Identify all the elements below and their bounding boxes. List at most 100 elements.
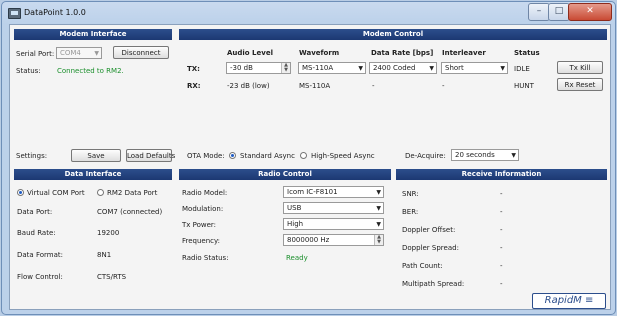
multipath-spread-label: Multipath Spread: xyxy=(402,280,465,288)
modulation-select[interactable]: USB ▼ xyxy=(283,202,384,214)
chevron-down-icon: ▼ xyxy=(376,189,381,196)
radio-model-label: Radio Model: xyxy=(182,189,228,197)
doppler-spread-label: Doppler Spread: xyxy=(402,244,459,252)
radio-model-value: Icom IC-F8101 xyxy=(287,188,338,196)
rx-row-label: RX: xyxy=(187,82,201,90)
status-label: Status: xyxy=(16,67,41,75)
tx-status-value: IDLE xyxy=(514,65,530,73)
modem-control-panel: Modem Control Audio Level Waveform Data … xyxy=(179,29,607,164)
modulation-value: USB xyxy=(287,204,302,212)
rx-interleaver-value: - xyxy=(442,82,445,90)
tx-kill-button[interactable]: Tx Kill xyxy=(557,61,603,74)
data-interface-panel: Data Interface Virtual COM Port RM2 Data… xyxy=(14,169,172,305)
spinner-icon[interactable]: ▲ ▼ xyxy=(374,235,383,245)
snr-label: SNR: xyxy=(402,190,419,198)
radio-control-header: Radio Control xyxy=(179,169,391,180)
flow-control-value: CTS/RTS xyxy=(97,273,127,281)
rm2-data-port-radio[interactable] xyxy=(97,189,104,196)
status-value: Connected to RM2. xyxy=(57,67,124,75)
tx-data-rate-select[interactable]: 2400 Coded ▼ xyxy=(369,62,437,74)
deacquire-label: De-Acquire: xyxy=(405,152,446,160)
modem-interface-header: Modem Interface xyxy=(14,29,172,40)
tx-row-label: TX: xyxy=(187,65,200,73)
baud-rate-label: Baud Rate: xyxy=(17,229,56,237)
settings-label: Settings: xyxy=(16,152,48,160)
frequency-label: Frequency: xyxy=(182,237,221,245)
interleaver-column-header: Interleaver xyxy=(442,49,486,57)
frequency-input[interactable]: 8000000 Hz ▲ ▼ xyxy=(283,234,384,246)
waveform-column-header: Waveform xyxy=(299,49,340,57)
minimize-icon: – xyxy=(536,6,542,16)
tx-power-value: High xyxy=(287,220,304,228)
tx-waveform-value: MS-110A xyxy=(302,64,334,72)
radio-model-select[interactable]: Icom IC-F8101 ▼ xyxy=(283,186,384,198)
snr-value: - xyxy=(500,190,503,198)
virtual-com-port-radio[interactable] xyxy=(17,189,24,196)
chevron-down-icon: ▼ xyxy=(94,50,99,57)
radio-control-panel: Radio Control Radio Model: Icom IC-F8101… xyxy=(179,169,391,305)
main-client-area: Modem Interface Serial Port: COM4 ▼ Disc… xyxy=(9,24,611,310)
modulation-label: Modulation: xyxy=(182,205,224,213)
ota-high-speed-label: High-Speed Async xyxy=(311,152,375,160)
data-interface-header: Data Interface xyxy=(14,169,172,180)
disconnect-button[interactable]: Disconnect xyxy=(113,46,169,59)
tx-interleaver-select[interactable]: Short ▼ xyxy=(441,62,508,74)
tx-audio-level-value: -30 dB xyxy=(230,64,253,72)
chevron-down-icon: ▼ xyxy=(376,221,381,228)
tx-power-select[interactable]: High ▼ xyxy=(283,218,384,230)
multipath-spread-value: - xyxy=(500,280,503,288)
tx-power-label: Tx Power: xyxy=(182,221,217,229)
data-format-value: 8N1 xyxy=(97,251,112,259)
ber-label: BER: xyxy=(402,208,419,216)
spinner-icon[interactable]: ▲ ▼ xyxy=(281,63,290,73)
rx-status-value: HUNT xyxy=(514,82,534,90)
chevron-down-icon: ▼ xyxy=(511,152,516,159)
app-icon xyxy=(8,8,21,19)
doppler-offset-value: - xyxy=(500,226,503,234)
window-title: DataPoint 1.0.0 xyxy=(24,8,86,17)
chevron-down-icon: ▼ xyxy=(429,65,434,72)
virtual-com-port-label: Virtual COM Port xyxy=(27,189,85,197)
data-port-label: Data Port: xyxy=(17,208,53,216)
serial-port-select[interactable]: COM4 ▼ xyxy=(56,47,102,59)
title-bar: DataPoint 1.0.0 – □ ✕ xyxy=(2,2,615,24)
deacquire-select[interactable]: 20 seconds ▼ xyxy=(451,149,519,161)
modem-interface-panel: Modem Interface Serial Port: COM4 ▼ Disc… xyxy=(14,29,175,164)
baud-rate-value: 19200 xyxy=(97,229,120,237)
save-button[interactable]: Save xyxy=(71,149,121,162)
flow-control-label: Flow Control: xyxy=(17,273,63,281)
minimize-button[interactable]: – xyxy=(528,3,550,21)
rx-data-rate-value: - xyxy=(372,82,375,90)
doppler-offset-label: Doppler Offset: xyxy=(402,226,456,234)
rm2-data-port-label: RM2 Data Port xyxy=(107,189,158,197)
receive-information-header: Receive Information xyxy=(396,169,607,180)
path-count-label: Path Count: xyxy=(402,262,443,270)
rx-waveform-value: MS-110A xyxy=(299,82,331,90)
chevron-down-icon: ▼ xyxy=(358,65,363,72)
rx-reset-button[interactable]: Rx Reset xyxy=(557,78,603,91)
close-button[interactable]: ✕ xyxy=(568,3,612,21)
data-rate-column-header: Data Rate [bps] xyxy=(371,49,434,57)
tx-audio-level-input[interactable]: -30 dB ▲ ▼ xyxy=(226,62,291,74)
data-format-label: Data Format: xyxy=(17,251,63,259)
ota-standard-radio[interactable] xyxy=(229,152,236,159)
status-column-header: Status xyxy=(514,49,540,57)
close-icon: ✕ xyxy=(586,6,594,16)
path-count-value: - xyxy=(500,262,503,270)
maximize-icon: □ xyxy=(554,6,564,16)
rapidm-logo-text: RapidM xyxy=(544,295,582,306)
frequency-value: 8000000 Hz xyxy=(287,236,330,244)
serial-port-label: Serial Port: xyxy=(16,50,55,58)
tx-waveform-select[interactable]: MS-110A ▼ xyxy=(298,62,366,74)
chevron-down-icon: ▼ xyxy=(500,65,505,72)
radio-status-label: Radio Status: xyxy=(182,254,229,262)
data-port-value: COM7 (connected) xyxy=(97,208,163,216)
rx-audio-level-value: -23 dB (low) xyxy=(227,82,270,90)
load-defaults-button[interactable]: Load Defaults xyxy=(126,149,175,162)
audio-level-column-header: Audio Level xyxy=(227,49,273,57)
tx-interleaver-value: Short xyxy=(445,64,464,72)
maximize-button[interactable]: □ xyxy=(548,3,570,21)
deacquire-value: 20 seconds xyxy=(455,151,495,159)
ota-high-speed-radio[interactable] xyxy=(300,152,307,159)
serial-port-value: COM4 xyxy=(60,49,81,57)
